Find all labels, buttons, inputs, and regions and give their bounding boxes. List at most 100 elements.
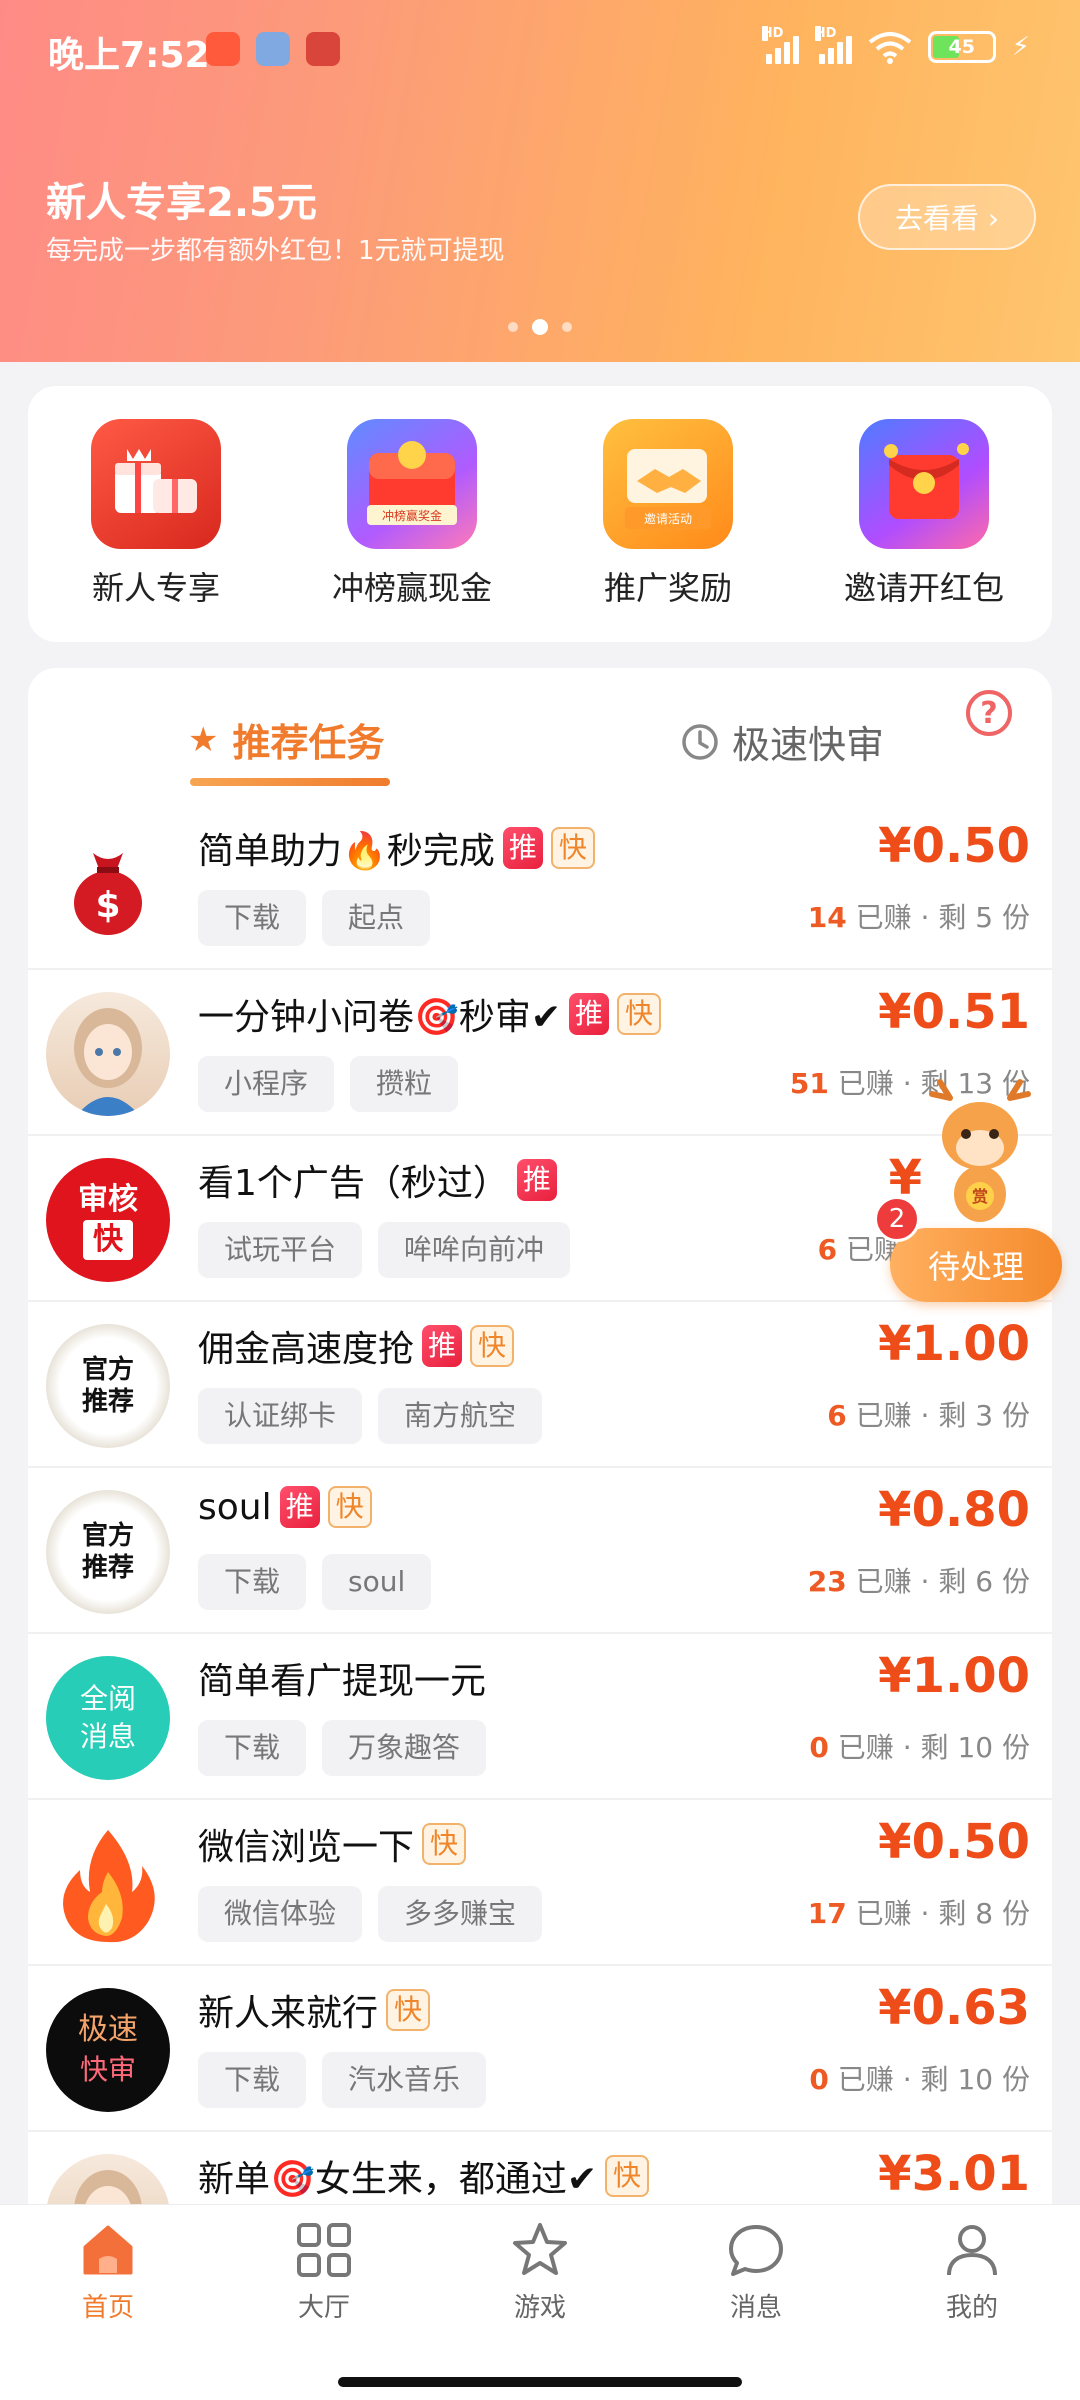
banner-dot-active (532, 319, 548, 335)
task-price: ¥1.00 (878, 1648, 1030, 1704)
task-row[interactable]: 极速 快审 新人来就行 快 下载 汽水音乐 ¥0.63 0 已赚 · 剩 10 … (28, 1966, 1052, 2132)
clock-icon (682, 723, 718, 760)
task-tag: 认证绑卡 (198, 1388, 363, 1444)
task-tag: 下载 (198, 1720, 307, 1776)
task-tag: 下载 (198, 1554, 307, 1610)
task-title-row: 新单🎯女生来，都通过✔ 快 (198, 2150, 650, 2202)
avatar: 全阅 消息 (46, 1656, 170, 1780)
pending-count-badge: 2 (874, 1196, 920, 1242)
task-title-row: 简单看广提现一元 (198, 1652, 486, 1704)
nav-mine[interactable]: 我的 (897, 2219, 1047, 2324)
task-row[interactable]: 一分钟小问卷🎯秒审✔ 推 快 小程序 攒粒 ¥0.51 51 已赚 · 剩 13… (28, 970, 1052, 1136)
task-tag: 下载 (198, 890, 307, 946)
task-row[interactable]: 全阅 消息 简单看广提现一元 下载 万象趣答 ¥1.00 0 已赚 · 剩 10… (28, 1634, 1052, 1800)
recommend-badge: 推 (516, 1159, 557, 1201)
help-icon[interactable]: ? (966, 690, 1012, 736)
task-title: 新单🎯女生来，都通过✔ (198, 2159, 597, 2200)
pending-button[interactable]: 待处理 (890, 1228, 1062, 1302)
task-tags: 认证绑卡 南方航空 (198, 1388, 543, 1444)
task-row[interactable]: 新单🎯女生来，都通过✔ 快 ¥3.01 (28, 2132, 1052, 2208)
deer-mascot-icon[interactable]: 赏 (920, 1078, 1040, 1228)
go-see-button[interactable]: 去看看 › (858, 184, 1036, 250)
banner-title: 新人专享2.5元 (46, 180, 317, 226)
wifi-icon (868, 32, 911, 64)
tab-label: 极速快审 (732, 723, 885, 767)
avatar: 官方 推荐 (46, 1490, 170, 1614)
tab-fast-review[interactable]: 极速快审 (680, 714, 884, 769)
quick-entry-promotion[interactable]: 邀请活动 推广奖励 (558, 419, 778, 609)
task-row[interactable]: 官方 推荐 佣金高速度抢 推 快 认证绑卡 南方航空 ¥1.00 6 已赚 · … (28, 1302, 1052, 1468)
nav-hall[interactable]: 大厅 (249, 2219, 399, 2324)
task-tag: 多多赚宝 (378, 1886, 543, 1942)
quick-entry-newbie[interactable]: 新人专享 (46, 419, 266, 609)
task-stats: 17 已赚 · 剩 8 份 (807, 1897, 1030, 1930)
task-tags: 下载 汽水音乐 (198, 2052, 487, 2108)
star-icon (513, 2223, 567, 2275)
task-title: 简单助力🔥秒完成 (198, 831, 495, 872)
task-tag: 万象趣答 (322, 1720, 487, 1776)
svg-text:邀请活动: 邀请活动 (644, 511, 692, 526)
fast-badge: 快 (422, 1823, 467, 1865)
task-price: ¥0.50 (878, 818, 1030, 874)
promo-banner[interactable]: 晚上7:52 HD HD 45 ⚡ 新人专享2.5元 每完成一步都有额外红包！1… (0, 0, 1080, 362)
avatar: 官方 推荐 (46, 1324, 170, 1448)
task-list: $ 简单助力🔥秒完成 推 快 下载 起点 ¥0.50 14 已赚 · 剩 5 份 (28, 804, 1052, 2208)
flame-icon (46, 1822, 170, 1946)
tab-recommended[interactable]: ★ 推荐任务 (188, 712, 385, 767)
task-stats: 0 已赚 · 剩 10 份 (809, 1731, 1030, 1764)
task-row[interactable]: 官方 推荐 soul 推 快 下载 soul ¥0.80 23 已赚 · 剩 6… (28, 1468, 1052, 1634)
signal-icon: HD (761, 26, 799, 64)
task-price: ¥0.51 (878, 984, 1030, 1040)
quick-entry-label: 冲榜赢现金 (331, 569, 492, 607)
avatar (46, 992, 170, 1116)
avatar (46, 2154, 170, 2208)
task-price: ¥0.50 (878, 1814, 1030, 1870)
banner-dot (562, 322, 572, 332)
nav-label: 大厅 (297, 2293, 350, 2323)
task-stats: 23 已赚 · 剩 6 份 (807, 1565, 1030, 1598)
nav-label: 游戏 (513, 2293, 566, 2323)
quick-entry-label: 推广奖励 (603, 569, 732, 607)
active-tab-indicator (190, 778, 390, 786)
avatar: 审核 快 (46, 1158, 170, 1282)
task-tags: 试玩平台 哞哞向前冲 (198, 1222, 571, 1278)
task-row[interactable]: $ 简单助力🔥秒完成 推 快 下载 起点 ¥0.50 14 已赚 · 剩 5 份 (28, 804, 1052, 970)
banner-dot (508, 322, 518, 332)
task-title: 新人来就行 (198, 1993, 379, 2034)
task-title-row: 佣金高速度抢 推 快 (198, 1320, 515, 1372)
task-price: ¥0.80 (878, 1482, 1030, 1538)
home-indicator[interactable] (338, 2377, 742, 2387)
recommend-badge: 推 (279, 1486, 320, 1528)
banner-subtitle: 每完成一步都有额外红包！1元就可提现 (46, 236, 505, 266)
fast-badge: 快 (550, 827, 595, 869)
gift-boxes-icon (91, 419, 221, 549)
nav-home[interactable]: 首页 (33, 2219, 183, 2324)
charging-icon: ⚡ (1011, 32, 1030, 62)
quick-entry-ranking[interactable]: 冲榜赢奖金 冲榜赢现金 (302, 419, 522, 609)
task-tag: 试玩平台 (198, 1222, 363, 1278)
svg-text:赏: 赏 (972, 1187, 988, 1206)
task-tags: 下载 起点 (198, 890, 431, 946)
avatar: 极速 快审 (46, 1988, 170, 2112)
task-title-row: 简单助力🔥秒完成 推 快 (198, 822, 595, 874)
tab-label: 推荐任务 (232, 721, 385, 765)
recommend-badge: 推 (422, 1325, 463, 1367)
svg-text:冲榜赢奖金: 冲榜赢奖金 (382, 508, 442, 523)
task-row[interactable]: 微信浏览一下 快 微信体验 多多赚宝 ¥0.50 17 已赚 · 剩 8 份 (28, 1800, 1052, 1966)
task-title: 看1个广告（秒过） (198, 1163, 509, 1204)
nav-messages[interactable]: 消息 (681, 2219, 831, 2324)
task-tags: 下载 万象趣答 (198, 1720, 487, 1776)
nav-label: 首页 (81, 2293, 134, 2323)
bottom-nav: 首页 大厅 游戏 消息 我的 (0, 2204, 1080, 2400)
task-stats: 6 已赚 · 剩 3 份 (827, 1399, 1030, 1432)
task-title: 一分钟小问卷🎯秒审✔ (198, 997, 561, 1038)
quick-entry-invite[interactable]: 邀请开红包 (814, 419, 1034, 609)
red-envelope-icon (859, 419, 989, 549)
task-title: 佣金高速度抢 (198, 1329, 415, 1370)
banner-pagination (0, 319, 1080, 335)
task-title: 简单看广提现一元 (198, 1661, 487, 1702)
fast-badge: 快 (386, 1989, 431, 2031)
fast-badge: 快 (327, 1486, 372, 1528)
handshake-icon: 邀请活动 (603, 419, 733, 549)
nav-games[interactable]: 游戏 (465, 2219, 615, 2324)
